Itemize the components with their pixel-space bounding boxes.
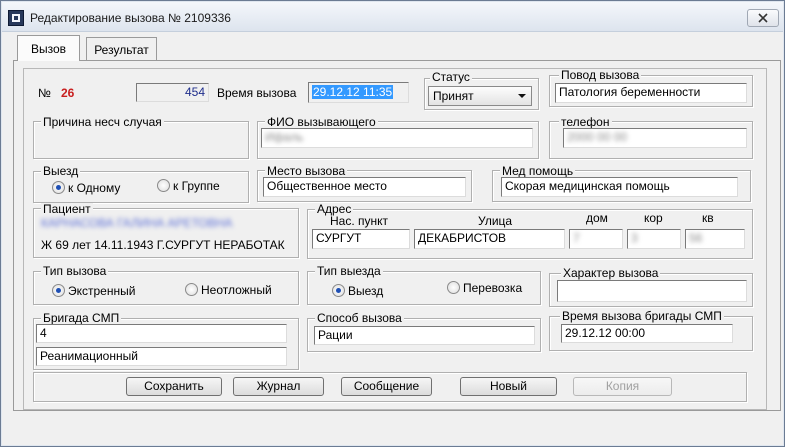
status-combobox[interactable]: Принят bbox=[428, 86, 532, 106]
title-bar: Редактирование вызова № 2109336 bbox=[2, 2, 783, 32]
patient-details: Ж 69 лет 14.11.1943 Г.СУРГУТ НЕРАБОТАК bbox=[41, 238, 285, 252]
settlement-label: Нас. пункт bbox=[330, 214, 389, 228]
team-type-field[interactable]: Реанимационный bbox=[36, 347, 287, 366]
tab-result[interactable]: Результат bbox=[86, 37, 157, 61]
call-type-urgent-label: Неотложный bbox=[201, 283, 272, 297]
departure-single-label: к Одному bbox=[68, 181, 121, 195]
status-label: Статус bbox=[430, 70, 472, 84]
call-time-field[interactable]: 29.12.12 11:35 bbox=[308, 82, 409, 103]
phone-field[interactable]: 2000 00 00 bbox=[563, 128, 747, 148]
message-button[interactable]: Сообщение bbox=[341, 377, 432, 396]
house-value: 7 bbox=[573, 231, 580, 245]
departure-type-label: Тип выезда bbox=[315, 264, 383, 278]
card-number-field[interactable]: 454 bbox=[136, 83, 209, 102]
call-method-label: Способ вызова bbox=[315, 311, 404, 325]
apartment-label: кв bbox=[702, 211, 714, 225]
accident-cause-label: Причина несч случая bbox=[41, 115, 164, 129]
building-value: 3 bbox=[631, 231, 638, 245]
app-icon bbox=[8, 10, 24, 26]
apartment-field[interactable]: 56 bbox=[685, 229, 745, 249]
call-type-label: Тип вызова bbox=[41, 264, 109, 278]
team-call-time-field[interactable]: 29.12.12 00:00 bbox=[561, 324, 733, 343]
call-type-emergency-radio[interactable] bbox=[52, 284, 65, 297]
departure-group-radio[interactable] bbox=[157, 179, 170, 192]
caller-field[interactable]: Ифаль bbox=[261, 128, 533, 148]
patient-label: Пациент bbox=[41, 202, 93, 216]
street-field[interactable]: ДЕКАБРИСТОВ bbox=[414, 229, 565, 249]
departure-type-transport-radio[interactable] bbox=[447, 281, 460, 294]
phone-value: 2000 00 00 bbox=[567, 130, 628, 144]
building-field[interactable]: 3 bbox=[627, 229, 681, 249]
call-edit-window: Редактирование вызова № 2109336 Вызов Ре… bbox=[0, 0, 785, 447]
settlement-field[interactable]: СУРГУТ bbox=[312, 229, 410, 249]
building-label: кор bbox=[644, 211, 663, 225]
reason-field[interactable]: Патология беременности bbox=[555, 83, 747, 103]
call-time-value: 29.12.12 11:35 bbox=[312, 85, 394, 99]
departure-single-radio[interactable] bbox=[52, 181, 65, 194]
departure-type-transport-label: Перевозка bbox=[463, 281, 523, 295]
house-field[interactable]: 7 bbox=[569, 229, 623, 249]
street-label: Улица bbox=[478, 214, 513, 228]
journal-button[interactable]: Журнал bbox=[233, 377, 324, 396]
chevron-down-icon bbox=[518, 94, 526, 98]
call-method-field[interactable]: Рации bbox=[314, 326, 535, 345]
call-nature-label: Характер вызова bbox=[561, 266, 661, 280]
departure-type-trip-label: Выезд bbox=[348, 284, 384, 298]
call-number-prefix: № bbox=[38, 86, 51, 100]
team-number-field[interactable]: 4 bbox=[36, 324, 287, 343]
departure-group-option-label: к Группе bbox=[173, 179, 220, 193]
save-button[interactable]: Сохранить bbox=[126, 377, 222, 396]
med-help-field[interactable]: Скорая медицинская помощь bbox=[501, 177, 738, 197]
call-nature-field[interactable] bbox=[557, 280, 747, 302]
reason-label: Повод вызова bbox=[559, 68, 642, 82]
copy-button[interactable]: Копия bbox=[573, 377, 672, 396]
new-button[interactable]: Новый bbox=[460, 377, 557, 396]
call-type-urgent-radio[interactable] bbox=[185, 283, 198, 296]
close-button[interactable] bbox=[747, 9, 779, 27]
window-title: Редактирование вызова № 2109336 bbox=[30, 11, 231, 25]
caller-value: Ифаль bbox=[265, 130, 304, 144]
departure-type-trip-radio[interactable] bbox=[332, 284, 345, 297]
status-value: Принят bbox=[433, 89, 474, 103]
call-time-label: Время вызова bbox=[217, 86, 297, 100]
team-call-time-label: Время вызова бригады СМП bbox=[560, 309, 724, 323]
call-number: 26 bbox=[61, 86, 75, 100]
departure-label: Выезд bbox=[41, 164, 81, 178]
patient-name: КАРНАСОВА ГАЛИНА АРЕТОВНА bbox=[41, 216, 233, 230]
tab-call[interactable]: Вызов bbox=[17, 35, 80, 61]
call-type-emergency-label: Экстренный bbox=[68, 284, 136, 298]
call-place-field[interactable]: Общественное место bbox=[263, 177, 466, 197]
apartment-value: 56 bbox=[689, 231, 703, 245]
close-icon bbox=[758, 13, 768, 23]
house-label: дом bbox=[586, 211, 608, 225]
